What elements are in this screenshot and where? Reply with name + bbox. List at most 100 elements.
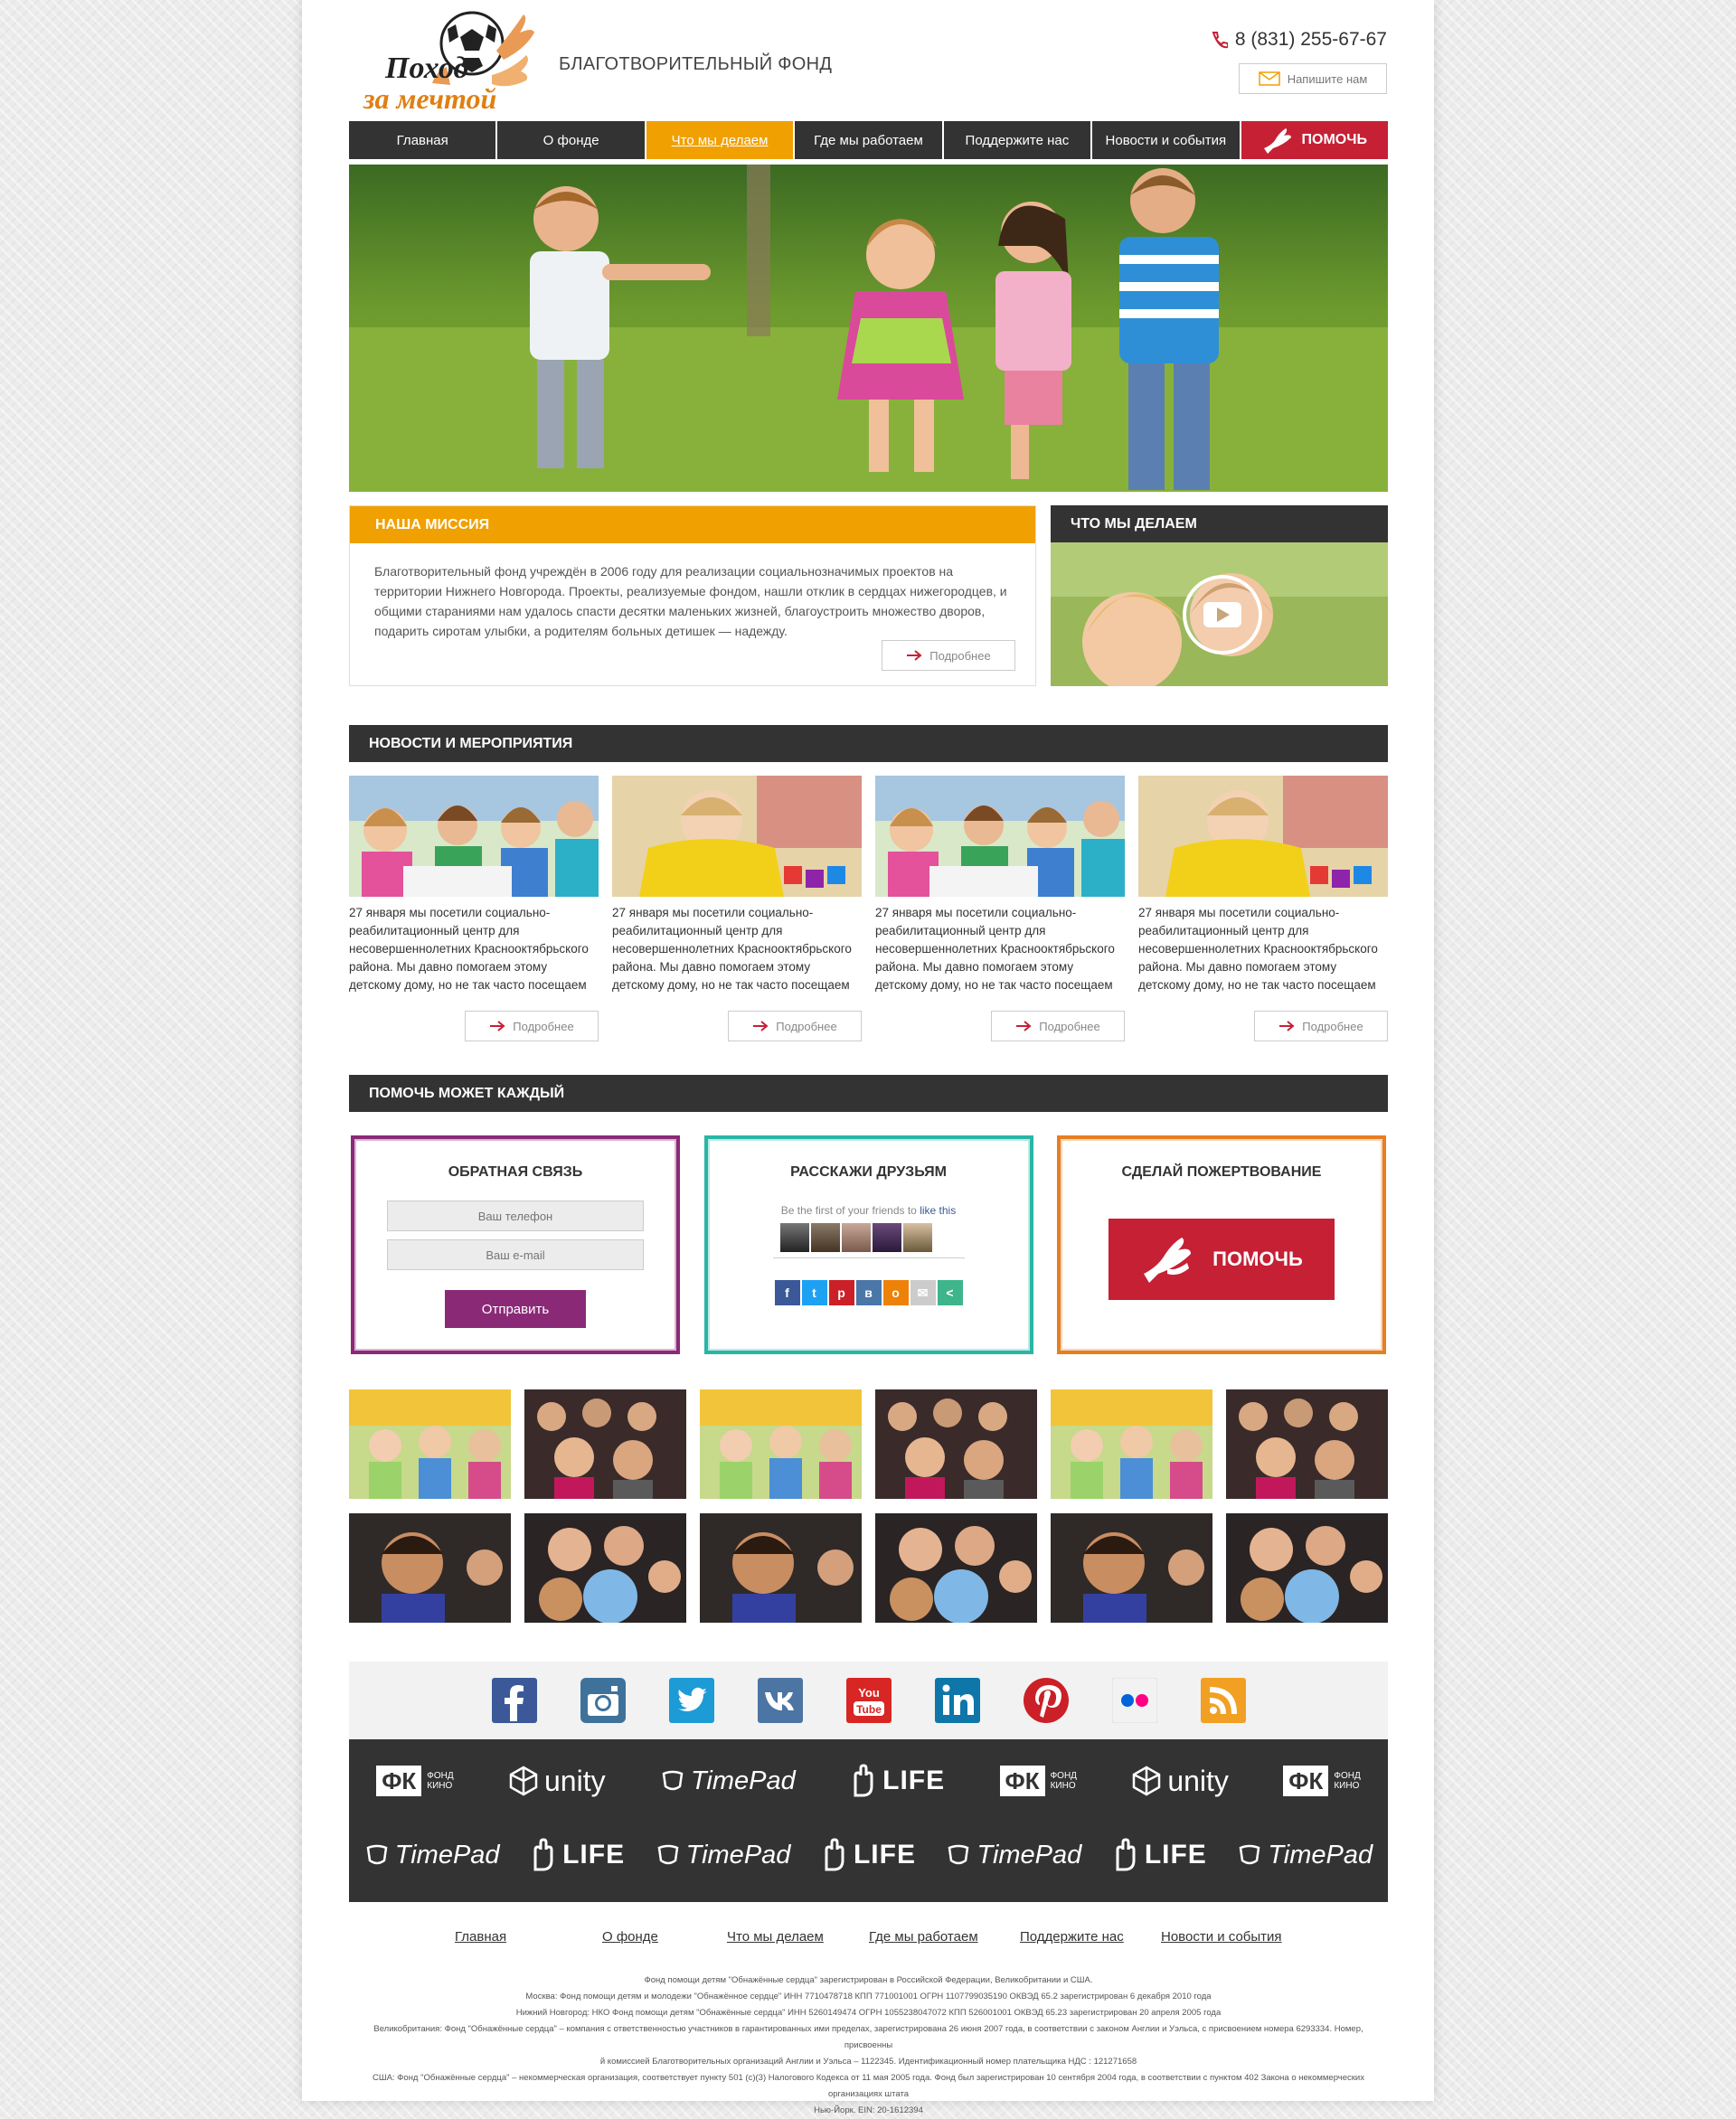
email-share-icon[interactable]: ✉ [910, 1280, 936, 1305]
footer-link-news-events[interactable]: Новости и события [1161, 1929, 1282, 1945]
youtube-icon[interactable]: You Tube [845, 1678, 892, 1723]
nav-item-what-we-do[interactable]: Что мы делаем [646, 121, 796, 159]
vk-icon[interactable] [757, 1678, 803, 1723]
timepad-logo[interactable]: TimePad [660, 1766, 796, 1796]
pinterest-icon[interactable] [1023, 1678, 1069, 1723]
mission-title: НАША МИССИЯ [350, 506, 1035, 543]
news-section-title: НОВОСТИ И МЕРОПРИЯТИЯ [349, 725, 1388, 762]
gallery-photo[interactable] [1226, 1389, 1388, 1499]
mission-more-button[interactable]: Подробнее [882, 640, 1015, 671]
news-image[interactable] [612, 776, 862, 897]
email-field[interactable] [387, 1239, 644, 1270]
footer-link-about[interactable]: О фонде [602, 1929, 658, 1945]
gallery-photo[interactable] [1051, 1389, 1212, 1499]
footer-link-where-we-work[interactable]: Где мы работаем [869, 1929, 978, 1945]
phone-block[interactable]: 8 (831) 255-67-67 [1210, 29, 1387, 51]
timepad-logo[interactable]: TimePad [1237, 1841, 1373, 1870]
unity-logo[interactable]: unity [1131, 1765, 1229, 1798]
donate-button[interactable]: ПОМОЧЬ [1109, 1219, 1335, 1300]
logo-text-2: за мечтой [363, 82, 496, 115]
nav-item-support-us[interactable]: Поддержите нас [943, 121, 1093, 159]
news-image[interactable] [875, 776, 1125, 897]
gallery-photo[interactable] [524, 1389, 686, 1499]
news-more-button[interactable]: Подробнее [1254, 1011, 1388, 1041]
vk-share-icon[interactable]: в [855, 1280, 882, 1305]
nav-item-about[interactable]: О фонде [497, 121, 646, 159]
linkedin-icon[interactable] [934, 1678, 980, 1723]
timepad-logo[interactable]: TimePad [946, 1841, 1081, 1870]
second-life-label: LIFE [882, 1766, 946, 1795]
legal-line: Нижний Новгород: НКО Фонд помощи детям "… [515, 2008, 1222, 2018]
timepad-label: TimePad [1268, 1840, 1373, 1869]
fk-sub-2: КИНО [1050, 1781, 1076, 1791]
timepad-logo[interactable]: TimePad [656, 1840, 791, 1870]
gallery-photo[interactable] [349, 1389, 511, 1499]
timepad-label: TimePad [685, 1840, 791, 1869]
timepad-label: TimePad [976, 1840, 1082, 1869]
avatar[interactable] [779, 1223, 809, 1252]
page: Поход за мечтой БЛАГОТВОРИТЕЛЬНЫЙ ФОНД 8… [302, 0, 1434, 2115]
help-boxes: ОБРАТНАЯ СВЯЗЬ Отправить РАССКАЖИ ДРУЗЬЯ… [349, 1134, 1388, 1356]
odnoklassniki-share-icon[interactable]: о [882, 1280, 909, 1305]
avatar[interactable] [841, 1223, 871, 1252]
gallery-photo[interactable] [875, 1389, 1037, 1499]
fk-logo[interactable]: ФК ФОНД КИНО [1283, 1766, 1361, 1796]
news-more-button[interactable]: Подробнее [465, 1011, 599, 1041]
timepad-logo[interactable]: TimePad [364, 1841, 500, 1870]
fb-like-link[interactable]: like this [920, 1204, 956, 1217]
write-us-button[interactable]: Напишите нам [1239, 63, 1387, 94]
news-image[interactable] [1138, 776, 1388, 897]
fk-logo[interactable]: ФК ФОНД КИНО [376, 1766, 454, 1796]
news-more-button[interactable]: Подробнее [991, 1011, 1125, 1041]
news-card: 27 января мы посетили социально-реабилит… [1138, 776, 1388, 1041]
facebook-share-icon[interactable]: f [774, 1280, 800, 1305]
second-life-logo[interactable]: LIFE [850, 1763, 945, 1799]
gallery-photo[interactable] [349, 1513, 511, 1623]
gallery-photo[interactable] [875, 1513, 1037, 1623]
instagram-icon[interactable] [580, 1678, 626, 1723]
news-image[interactable] [349, 776, 599, 897]
send-button[interactable]: Отправить [445, 1290, 586, 1328]
nav-item-news-events[interactable]: Новости и события [1092, 121, 1241, 159]
pinterest-share-icon[interactable]: p [828, 1280, 854, 1305]
footer-link-what-we-do[interactable]: Что мы делаем [727, 1929, 824, 1945]
second-life-logo[interactable]: LIFE [1112, 1837, 1207, 1873]
news-more-button[interactable]: Подробнее [728, 1011, 862, 1041]
rss-icon[interactable] [1200, 1678, 1246, 1723]
fk-logo-mark: ФК [1283, 1766, 1329, 1796]
partners-bar: ФК ФОНД КИНО unity TimePad LIFE ФК ФОНД КИНО… [349, 1739, 1388, 1902]
mission-text: Благотворительный фонд учреждён в 2006 г… [374, 564, 1007, 638]
flickr-icon[interactable] [1111, 1678, 1157, 1723]
timepad-icon [366, 1844, 388, 1865]
second-life-logo[interactable]: LIFE [530, 1837, 625, 1873]
gallery-photo[interactable] [700, 1513, 862, 1623]
avatar[interactable] [810, 1223, 840, 1252]
phone-field[interactable] [387, 1201, 644, 1231]
twitter-share-icon[interactable]: t [801, 1280, 827, 1305]
nav-item-home[interactable]: Главная [349, 121, 498, 159]
gallery-photo[interactable] [700, 1389, 862, 1499]
donate-label: ПОМОЧЬ [1212, 1248, 1303, 1270]
second-life-logo[interactable]: LIFE [821, 1837, 916, 1873]
nav-item-where-we-work[interactable]: Где мы работаем [795, 121, 944, 159]
gallery-photo[interactable] [524, 1513, 686, 1623]
footer-link-support-us[interactable]: Поддержите нас [1020, 1929, 1124, 1945]
gallery-photo[interactable] [1051, 1513, 1212, 1623]
footer-link-home[interactable]: Главная [455, 1929, 506, 1945]
news-more-label: Подробнее [513, 1019, 574, 1033]
partner-row: TimePad LIFE TimePad LIFE TimePad LIFE T… [349, 1837, 1388, 1873]
avatar[interactable] [872, 1223, 901, 1252]
gallery-photo[interactable] [1226, 1513, 1388, 1623]
more-share-icon[interactable]: < [937, 1280, 963, 1305]
video-thumbnail[interactable] [1051, 542, 1388, 692]
fk-logo[interactable]: ФК ФОНД КИНО [999, 1766, 1077, 1796]
play-icon[interactable] [1183, 575, 1262, 655]
unity-logo[interactable]: unity [508, 1765, 606, 1798]
twitter-icon[interactable] [668, 1678, 714, 1723]
nav-help-button[interactable]: ПОМОЧЬ [1241, 121, 1388, 159]
logo[interactable]: Поход за мечтой [356, 7, 537, 121]
facebook-icon[interactable] [491, 1678, 537, 1723]
donate-box: СДЕЛАЙ ПОЖЕРТВОВАНИЕ ПОМОЧЬ [1055, 1134, 1388, 1356]
avatar[interactable] [902, 1223, 932, 1252]
fk-sub-1: ФОНД [1050, 1771, 1077, 1781]
